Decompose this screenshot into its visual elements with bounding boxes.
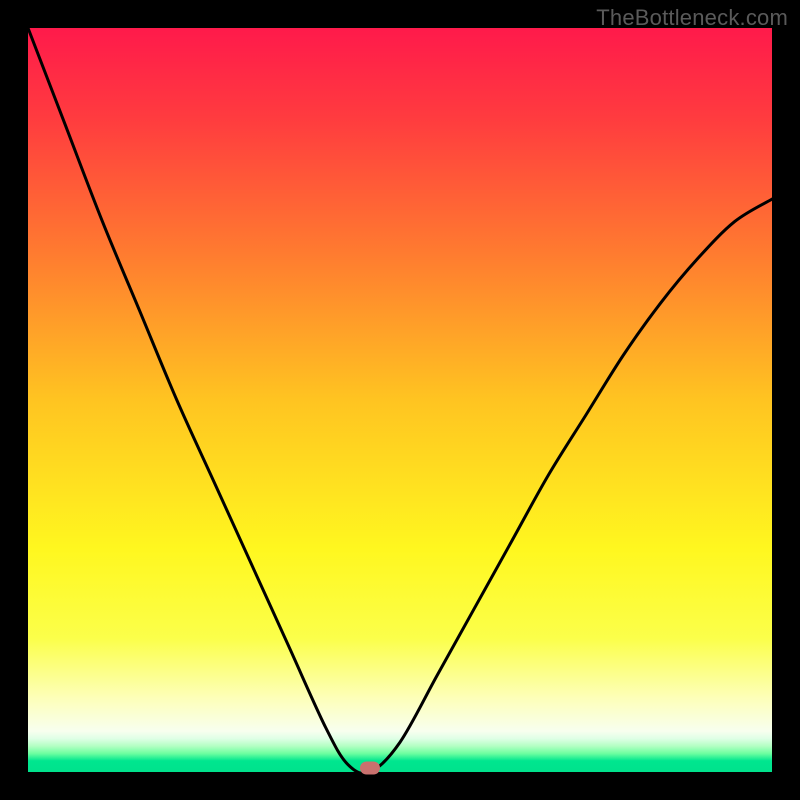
watermark-text: TheBottleneck.com	[596, 5, 788, 31]
min-marker	[360, 762, 380, 775]
plot-area	[28, 28, 772, 772]
gradient-background	[28, 28, 772, 772]
chart-svg	[28, 28, 772, 772]
chart-frame: TheBottleneck.com	[0, 0, 800, 800]
